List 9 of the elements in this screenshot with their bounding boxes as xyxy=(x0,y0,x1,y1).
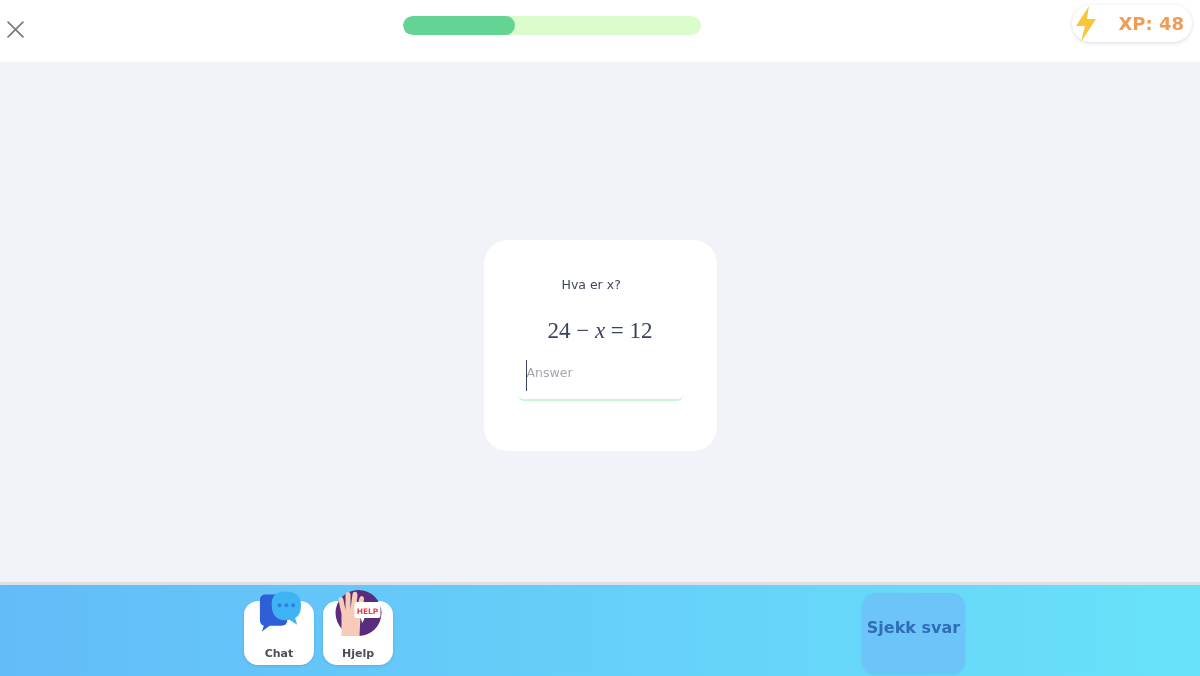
xp-label: XP: 48 xyxy=(1118,13,1184,34)
equation: 24 − x = 12 xyxy=(547,317,653,345)
answer-field[interactable]: Answer xyxy=(517,359,683,401)
question-prompt: Hva er x? xyxy=(561,276,621,294)
close-icon xyxy=(7,21,24,38)
close-button[interactable] xyxy=(7,21,24,38)
chat-button[interactable]: Chat xyxy=(244,590,314,665)
text-cursor xyxy=(525,360,527,391)
lightning-icon xyxy=(1074,5,1098,42)
